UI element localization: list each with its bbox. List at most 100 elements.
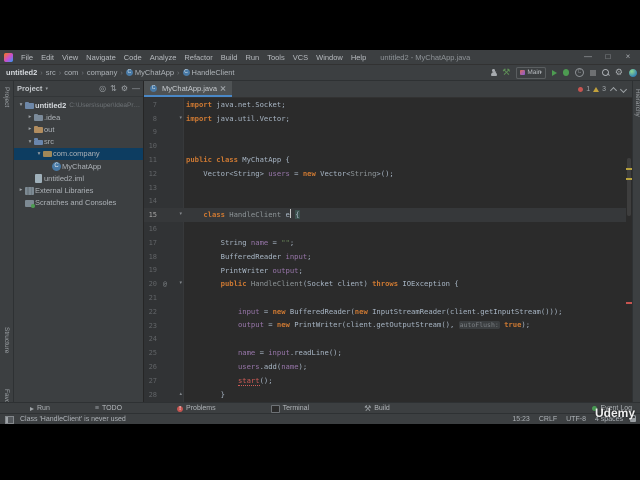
chevron-collapsed-icon[interactable]: ▸ (26, 126, 34, 132)
menu-run[interactable]: Run (241, 53, 263, 62)
code-line-14[interactable]: 14 (144, 195, 626, 209)
file-encoding[interactable]: UTF-8 (566, 416, 586, 423)
gutter-markers[interactable] (157, 195, 186, 209)
tree-item-untitled2[interactable]: ▾ untitled2C:\Users\super\IdeaProjects\un… (14, 99, 143, 111)
tree-item-scratches-and-consoles[interactable]: Scratches and Consoles (14, 197, 143, 209)
tree-item-untitled2-iml[interactable]: untitled2.iml (14, 172, 143, 184)
menu-code[interactable]: Code (120, 53, 146, 62)
tab-mychatapp-java[interactable]: C MyChatApp.java (144, 81, 233, 97)
line-number[interactable]: 19 (144, 266, 157, 274)
menu-view[interactable]: View (58, 53, 82, 62)
close-button[interactable]: × (618, 50, 638, 64)
tool-button-build[interactable]: ⚒ Build (364, 404, 390, 413)
breadcrumb-item-src[interactable]: src (46, 68, 56, 77)
line-separator[interactable]: CRLF (539, 416, 557, 423)
gutter-markers[interactable] (157, 291, 186, 305)
code-line-10[interactable]: 10 (144, 139, 626, 153)
next-problem-icon[interactable] (621, 87, 626, 92)
gutter-markers[interactable] (157, 167, 186, 181)
tool-button-todo[interactable]: ≡ TODO (95, 405, 122, 412)
line-number[interactable]: 22 (144, 308, 157, 316)
project-view-selector[interactable]: Project (17, 84, 42, 93)
tool-button-project[interactable]: Project (3, 87, 10, 107)
gutter-markers[interactable] (157, 374, 186, 388)
tool-button-run[interactable]: Run (30, 405, 50, 412)
code-line-28[interactable]: 28 ▴ } (144, 388, 626, 402)
code-line-25[interactable]: 25 name = input.readLine(); (144, 346, 626, 360)
gutter-markers[interactable]: ▾ (157, 208, 186, 222)
line-number[interactable]: 17 (144, 239, 157, 247)
fold-marker-icon[interactable]: ▾ (179, 115, 182, 121)
line-number[interactable]: 25 (144, 349, 157, 357)
build-hammer-icon[interactable]: ⚒ (502, 68, 510, 77)
menu-window[interactable]: Window (312, 53, 347, 62)
line-number[interactable]: 15 (144, 211, 157, 219)
menu-analyze[interactable]: Analyze (146, 53, 181, 62)
tree-item-src[interactable]: ▾ src (14, 136, 143, 148)
menu-file[interactable]: File (17, 53, 37, 62)
fold-marker-icon[interactable]: ▾ (179, 212, 182, 217)
fold-marker-icon[interactable]: ▾ (179, 281, 182, 286)
gutter-markers[interactable]: ▴ (157, 388, 186, 402)
tree-item-external-libraries[interactable]: ▸ External Libraries (14, 184, 143, 196)
code-line-12[interactable]: 12 Vector<String> users = new Vector<Str… (144, 167, 626, 181)
line-number[interactable]: 18 (144, 253, 157, 261)
tree-item-com-company[interactable]: ▾ com.company (14, 147, 143, 160)
minimize-button[interactable]: — (578, 50, 598, 64)
menu-navigate[interactable]: Navigate (82, 53, 120, 62)
collapse-all-icon[interactable]: ⇅ (110, 84, 117, 93)
line-number[interactable]: 28 (144, 391, 157, 399)
search-everywhere-icon[interactable] (601, 69, 609, 76)
debug-button[interactable] (562, 69, 569, 76)
code-line-19[interactable]: 19 PrintWriter output; (144, 264, 626, 278)
line-number[interactable]: 7 (144, 101, 157, 109)
menu-tools[interactable]: Tools (263, 53, 289, 62)
code-line-8[interactable]: 8 ▾ import java.util.Vector; (144, 112, 626, 126)
menu-edit[interactable]: Edit (37, 53, 58, 62)
code-line-22[interactable]: 22 input = new BufferedReader(new InputS… (144, 305, 626, 319)
code-line-18[interactable]: 18 BufferedReader input; (144, 250, 626, 264)
code-line-17[interactable]: 17 String name = ""; (144, 236, 626, 250)
code-line-13[interactable]: 13 (144, 181, 626, 195)
gutter-markers[interactable] (157, 346, 186, 360)
tool-button-problems[interactable]: ! Problems (177, 405, 216, 412)
gutter-markers[interactable]: @ ▾ (157, 277, 186, 291)
scrollbar-thumb[interactable] (627, 158, 631, 216)
chevron-expanded-icon[interactable]: ▾ (35, 151, 43, 157)
code-line-11[interactable]: 11 public class MyChatApp { (144, 153, 626, 167)
code-line-23[interactable]: 23 output = new PrintWriter(client.getOu… (144, 319, 626, 333)
gutter-markers[interactable] (157, 319, 186, 333)
tree-item-out[interactable]: ▸ out (14, 123, 143, 135)
panel-settings-gear-icon[interactable]: ⚙ (121, 84, 128, 93)
code-line-7[interactable]: 7 import java.net.Socket; (144, 98, 626, 112)
code-line-26[interactable]: 26 users.add(name); (144, 360, 626, 374)
caret-position[interactable]: 15:23 (512, 416, 530, 423)
maximize-button[interactable]: □ (598, 50, 618, 64)
line-number[interactable]: 8 (144, 115, 157, 123)
code-line-16[interactable]: 16 (144, 222, 626, 236)
annotation-gutter-icon[interactable]: @ (163, 280, 167, 288)
breadcrumb-item-company[interactable]: company (87, 68, 117, 77)
code-line-20[interactable]: 20 @ ▾ public HandleClient(Socket client) … (144, 277, 626, 291)
updates-sphere-icon[interactable] (629, 68, 637, 77)
code-line-24[interactable]: 24 (144, 333, 626, 347)
line-number[interactable]: 13 (144, 184, 157, 192)
line-number[interactable]: 9 (144, 128, 157, 136)
tab-close-icon[interactable] (220, 85, 226, 91)
line-number[interactable]: 16 (144, 225, 157, 233)
line-number[interactable]: 20 (144, 280, 157, 288)
breadcrumb-item-mychatapp[interactable]: C MyChatApp (125, 68, 174, 77)
code-line-15[interactable]: 15 ▾ class HandleClient e { (144, 208, 626, 223)
tool-button-terminal[interactable]: Terminal (270, 404, 309, 413)
chevron-expanded-icon[interactable]: ▾ (26, 139, 34, 145)
previous-problem-icon[interactable] (611, 87, 616, 92)
stop-button[interactable] (589, 69, 596, 76)
tool-button-hierarchy[interactable]: Hierarchy (634, 89, 640, 117)
gutter-markers[interactable]: ▾ (157, 112, 186, 126)
code-line-9[interactable]: 9 (144, 126, 626, 140)
line-number[interactable]: 27 (144, 377, 157, 385)
line-number[interactable]: 10 (144, 142, 157, 150)
fold-marker-icon[interactable]: ▴ (179, 391, 182, 397)
gutter-markers[interactable] (157, 333, 186, 347)
gutter-markers[interactable] (157, 250, 186, 264)
